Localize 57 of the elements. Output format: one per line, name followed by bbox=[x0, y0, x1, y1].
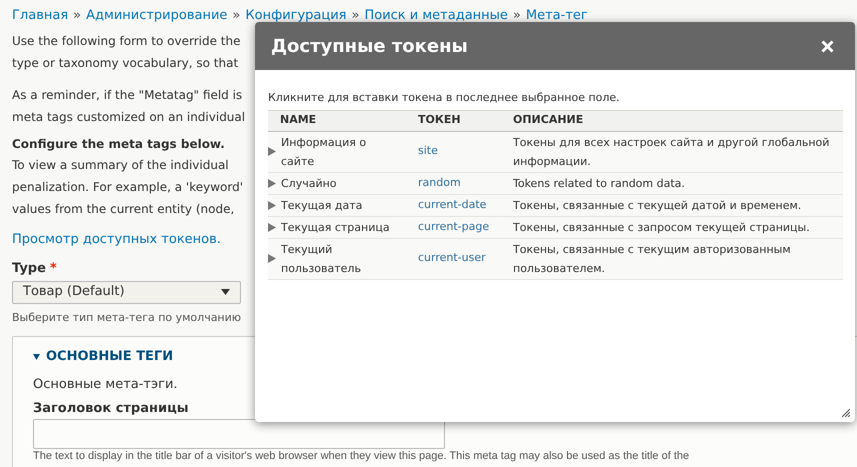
triangle-right-icon[interactable] bbox=[268, 222, 276, 232]
paragraph-line: values from the current entity (node, bbox=[12, 201, 234, 218]
page-title-input[interactable] bbox=[33, 418, 445, 448]
field-label: Type bbox=[12, 260, 46, 278]
token-name: Случайно bbox=[281, 176, 338, 192]
breadcrumb-link[interactable]: Мета-тег bbox=[526, 6, 588, 26]
column-header: ТОКЕН bbox=[418, 113, 461, 126]
token-link[interactable]: random bbox=[418, 176, 461, 189]
paragraph-line: type or taxonomy vocabulary, so that bbox=[12, 55, 238, 72]
breadcrumb-link[interactable]: Конфигурация bbox=[245, 6, 346, 26]
details-description: Основные мета-тэги. bbox=[33, 376, 178, 392]
dialog-instructions: Кликните для вставки токена в последнее выбранное поле. bbox=[268, 90, 620, 106]
triangle-right-icon[interactable] bbox=[268, 254, 276, 263]
token-name: Текущая страница bbox=[281, 220, 391, 236]
token-link[interactable]: current-date bbox=[418, 198, 486, 211]
token-name: Информация о сайте bbox=[281, 134, 368, 170]
token-description: Токены, связанные с текущей датой и временем. bbox=[513, 198, 802, 212]
dialog-title: Доступные токены bbox=[271, 34, 468, 58]
token-name: Текущая дата bbox=[281, 198, 364, 214]
token-description: Токены, связанные с запросом текущей страницы. bbox=[513, 220, 810, 234]
token-link[interactable]: current-user bbox=[418, 251, 486, 264]
paragraph-line: As a reminder, if the "Metatag" field is bbox=[12, 87, 242, 104]
required-mark: * bbox=[50, 260, 57, 278]
token-description: Токены для всех настроек сайта и другой глобальной информации. bbox=[513, 136, 830, 168]
token-description: Tokens related to random data. bbox=[513, 176, 685, 190]
token-description: Токены, связанные с текущим авторизованным пользователем. bbox=[513, 242, 791, 274]
breadcrumb-link[interactable]: Администрирование bbox=[86, 6, 228, 26]
breadcrumb-separator: » bbox=[352, 7, 360, 26]
paragraph-line: penalization. For example, a 'keyword' bbox=[12, 179, 244, 196]
dropdown-caret-icon bbox=[221, 289, 230, 295]
tokens-link[interactable]: Просмотр доступных токенов. bbox=[12, 230, 221, 250]
close-button[interactable] bbox=[819, 38, 835, 54]
resize-grip-icon[interactable] bbox=[842, 409, 850, 417]
triangle-right-icon[interactable] bbox=[268, 178, 276, 188]
triangle-right-icon[interactable] bbox=[268, 147, 276, 156]
triangle-down-icon bbox=[33, 354, 40, 360]
section-heading: Configure the meta tags below. bbox=[12, 136, 225, 153]
type-select[interactable]: Товар (Default) bbox=[12, 280, 241, 304]
breadcrumb-separator: » bbox=[232, 7, 240, 26]
token-name: Текущий пользователь bbox=[281, 242, 362, 276]
details-toggle[interactable]: ОСНОВНЫЕ ТЕГИ bbox=[33, 347, 174, 366]
breadcrumb-link[interactable]: Поиск и метаданные bbox=[364, 6, 508, 26]
field-hint: Выберите тип мета-тега по умолчанию bbox=[12, 310, 242, 326]
paragraph-line: To view a summary of the individual bbox=[12, 157, 229, 174]
paragraph-line: Use the following form to override the bbox=[12, 33, 240, 50]
field-label: Заголовок страницы bbox=[33, 400, 188, 416]
token-link[interactable]: site bbox=[418, 144, 438, 158]
column-header: ОПИСАНИЕ bbox=[513, 113, 584, 126]
breadcrumb-separator: » bbox=[73, 7, 82, 26]
close-icon bbox=[820, 40, 834, 52]
paragraph-line: meta tags customized on an individual bbox=[12, 109, 246, 126]
field-help: The text to display in the title bar of a visitor's web browser when they view this page. This meta tag may also be used as the title of the bbox=[33, 450, 690, 462]
breadcrumb-link[interactable]: Главная bbox=[12, 6, 68, 26]
triangle-right-icon[interactable] bbox=[268, 200, 276, 210]
token-link[interactable]: current-page bbox=[418, 220, 490, 233]
column-header: NAME bbox=[280, 113, 316, 126]
breadcrumb-separator: » bbox=[512, 7, 521, 26]
